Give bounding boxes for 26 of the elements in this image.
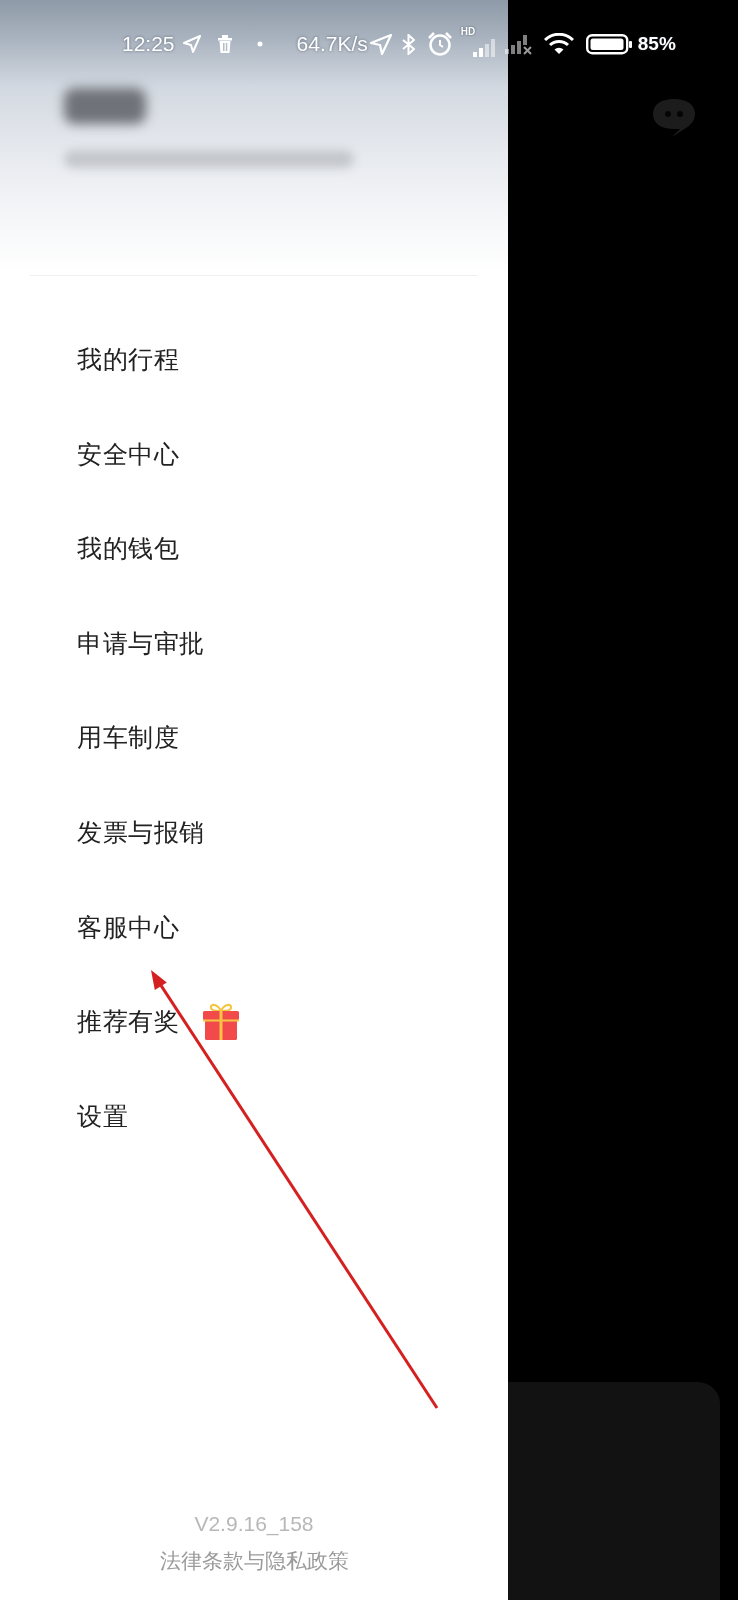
menu-item[interactable]: 用车制度 xyxy=(77,717,179,758)
menu-item[interactable]: 申请与审批 xyxy=(77,622,205,663)
signal-no-service-icon xyxy=(504,33,532,55)
signal-bars-icon xyxy=(472,37,495,57)
gift-box-icon xyxy=(201,1001,241,1042)
menu-item[interactable]: 安全中心 xyxy=(77,433,179,474)
wifi-icon xyxy=(543,33,574,55)
clock-time: 12:25 xyxy=(122,32,175,56)
signal-type-label: HD xyxy=(460,26,476,37)
bluetooth-icon xyxy=(401,33,415,55)
menu-item[interactable]: 推荐有奖 xyxy=(77,1001,241,1042)
menu-item[interactable]: 发票与报销 xyxy=(77,811,205,852)
navigation-arrow-icon xyxy=(369,33,392,55)
dot-icon xyxy=(256,41,263,47)
menu-item[interactable]: 我的行程 xyxy=(77,339,179,379)
network-speed: 64.7K/s xyxy=(296,32,368,56)
menu-item[interactable]: 客服中心 xyxy=(77,906,179,947)
version-label: V2.9.16_158 xyxy=(194,1511,314,1538)
menu-item[interactable]: 设置 xyxy=(77,1095,128,1136)
alarm-clock-icon xyxy=(426,32,453,56)
menu-item[interactable]: 我的钱包 xyxy=(77,528,179,569)
chat-bubble-icon[interactable] xyxy=(652,98,696,138)
battery-icon xyxy=(585,33,632,55)
battery-percentage: 85% xyxy=(637,32,676,56)
trash-icon xyxy=(216,35,233,53)
navigation-arrow-icon xyxy=(182,35,201,53)
